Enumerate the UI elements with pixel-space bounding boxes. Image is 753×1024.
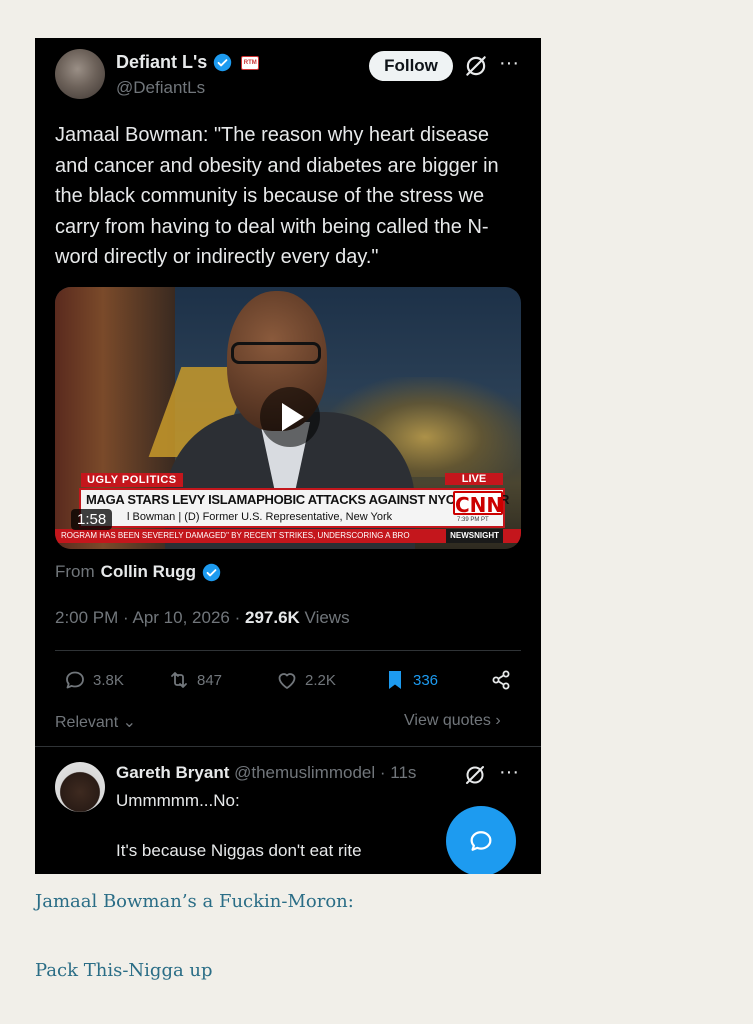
reply-text-line: It's because Niggas don't eat rite — [116, 841, 362, 860]
repost-button[interactable]: 847 — [167, 668, 222, 692]
view-quotes-link[interactable]: View quotes › — [404, 712, 501, 730]
bookmark-count: 336 — [413, 671, 439, 689]
like-button[interactable]: 2.2K — [275, 668, 336, 692]
view-quotes-label: View quotes — [404, 712, 491, 729]
meta-separator: · — [123, 608, 133, 627]
compose-reply-button[interactable] — [446, 806, 516, 874]
author-name-row: Defiant L's RTM — [116, 52, 260, 73]
chevron-down-icon: ⌄ — [118, 714, 137, 731]
video-duration: 1:58 — [71, 509, 113, 530]
sort-replies-dropdown[interactable]: Relevant ⌄ — [55, 712, 136, 732]
show-name: NEWSNIGHT — [446, 529, 503, 543]
network-time: 7:39 PM PT — [457, 517, 489, 523]
chyron-subline: l Bowman | (D) Former U.S. Representativ… — [127, 511, 393, 523]
reply-count: 3.8K — [93, 671, 124, 689]
author-handle[interactable]: @DefiantLs — [116, 78, 205, 98]
video-player[interactable]: UGLY POLITICS LIVE MAGA STARS LEVY ISLAM… — [55, 287, 521, 549]
reply-author-handle[interactable]: @themuslimmodel — [234, 763, 375, 782]
chyron-tag: UGLY POLITICS — [81, 473, 183, 487]
repost-icon — [171, 672, 187, 688]
bookmark-button[interactable]: 336 — [383, 668, 438, 692]
views-count: 297.6K — [244, 608, 300, 627]
network-logo: CNN — [453, 491, 504, 517]
heart-icon — [278, 673, 296, 689]
reply-time[interactable]: 11s — [390, 763, 416, 782]
source-name[interactable]: Collin Rugg — [101, 562, 196, 582]
chyron-headline: MAGA STARS LEVY ISLAMAPHOBIC ATTACKS AGA… — [86, 492, 510, 507]
news-chyron: MAGA STARS LEVY ISLAMAPHOBIC ATTACKS AGA… — [79, 488, 509, 528]
verified-badge-icon — [202, 563, 221, 581]
reply-text-line: Ummmmm...No: — [116, 791, 240, 810]
source-attribution: From Collin Rugg — [55, 562, 221, 582]
reply-author-name[interactable]: Gareth Bryant — [116, 763, 229, 782]
reply-author-avatar[interactable] — [55, 762, 105, 812]
author-name[interactable]: Defiant L's — [116, 52, 207, 73]
caption-line: Pack This-Nigga up — [35, 960, 213, 981]
verified-badge-icon — [214, 53, 232, 72]
caption-line: Jamaal Bowman’s a Fuckin-Moron: — [35, 891, 354, 912]
views-label: Views — [304, 608, 350, 627]
meta-separator: · — [379, 763, 391, 782]
reply-header: Gareth Bryant @themuslimmodel · 11s — [116, 763, 416, 783]
post-date[interactable]: Apr 10, 2026 — [133, 608, 230, 627]
reply-icon — [66, 671, 84, 689]
repost-count: 847 — [197, 671, 223, 689]
more-options-icon[interactable]: ··· — [497, 53, 521, 79]
divider — [35, 746, 541, 747]
video-subject-glasses — [231, 342, 321, 364]
post-time[interactable]: 2:00 PM — [55, 608, 118, 627]
meta-separator: · — [234, 608, 245, 627]
tweet-text: Jamaal Bowman: "The reason why heart dis… — [55, 124, 499, 268]
live-tag: LIVE — [445, 473, 503, 485]
grok-icon[interactable] — [463, 763, 487, 787]
grok-icon[interactable] — [463, 53, 489, 79]
play-icon[interactable] — [260, 387, 320, 447]
like-count: 2.2K — [305, 671, 336, 689]
chevron-right-icon: › — [490, 712, 501, 729]
post-meta: 2:00 PM · Apr 10, 2026 · 297.6K Views — [55, 608, 350, 628]
follow-button[interactable]: Follow — [369, 51, 453, 81]
chat-bubble-icon — [470, 831, 492, 851]
share-icon — [492, 670, 510, 690]
tweet-card: Defiant L's RTM @DefiantLs Follow ··· Ja… — [35, 38, 541, 874]
sort-label: Relevant — [55, 714, 119, 731]
bookmark-icon — [389, 671, 401, 689]
from-label: From — [55, 562, 95, 581]
share-button[interactable] — [489, 668, 513, 692]
affiliate-badge-icon: RTM — [241, 55, 260, 70]
reply-more-options-icon[interactable]: ··· — [497, 762, 521, 786]
divider — [55, 650, 521, 651]
reply-button[interactable]: 3.8K — [63, 668, 124, 692]
author-avatar[interactable] — [55, 49, 105, 99]
